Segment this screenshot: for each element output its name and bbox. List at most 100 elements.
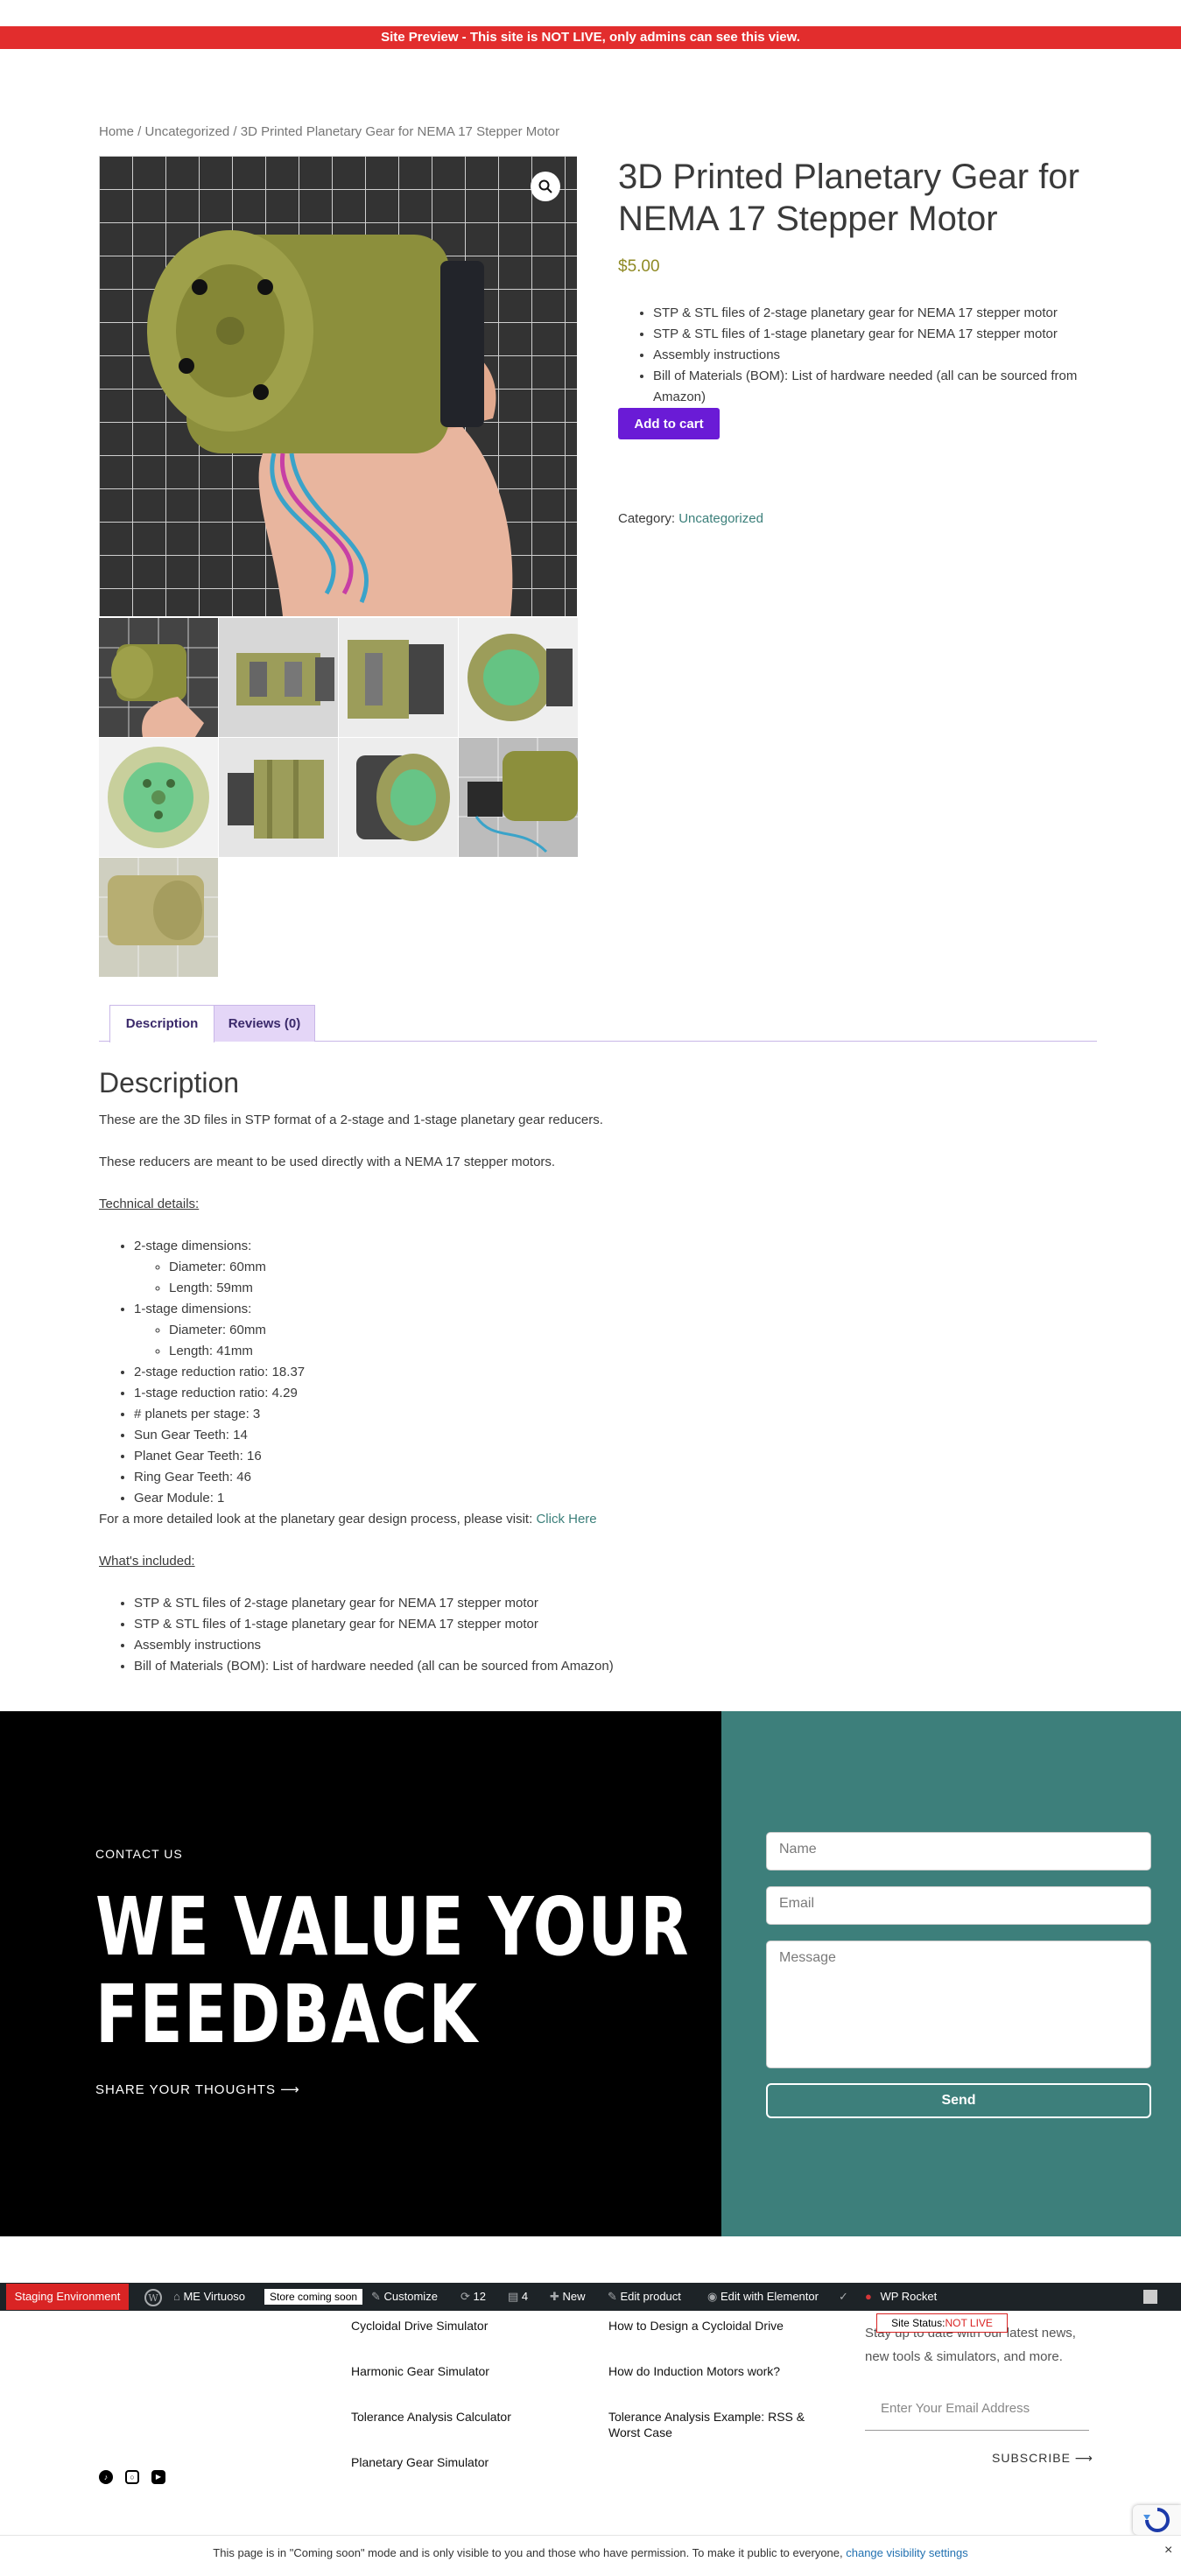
email-field[interactable]: Email xyxy=(766,1886,1151,1925)
store-status-badge[interactable]: Store coming soon xyxy=(264,2289,363,2305)
list-item: Bill of Materials (BOM): List of hardwar… xyxy=(134,1656,1097,1677)
comment-icon: ▤ xyxy=(508,2290,522,2303)
contact-heading: WE VALUE YOUR FEEDBACK xyxy=(95,1884,710,2059)
list-item: Planet Gear Teeth: 16 xyxy=(134,1446,1097,1467)
contact-label: CONTACT US xyxy=(95,1847,183,1861)
gallery-thumbnail[interactable] xyxy=(339,618,458,737)
gallery-thumbnail[interactable] xyxy=(99,858,218,977)
comments-link[interactable]: ▤ 4 xyxy=(508,2283,528,2311)
breadcrumb-home[interactable]: Home xyxy=(99,124,134,139)
site-preview-banner: Site Preview - This site is NOT LIVE, on… xyxy=(0,26,1181,49)
share-thoughts-link[interactable]: SHARE YOUR THOUGHTS ⟶ xyxy=(95,2081,300,2097)
technical-details-list: 2-stage dimensions: Diameter: 60mm Lengt… xyxy=(134,1236,1097,1509)
customize-link[interactable]: ✎ Customize xyxy=(371,2283,438,2311)
feature-item: STP & STL files of 1-stage planetary gea… xyxy=(653,324,1100,345)
list-item: STP & STL files of 2-stage planetary gea… xyxy=(134,1593,1097,1614)
description-heading: Description xyxy=(99,1067,240,1098)
breadcrumb-sep: / xyxy=(134,124,145,139)
included-list: STP & STL files of 2-stage planetary gea… xyxy=(134,1593,1097,1677)
gallery-thumbnail[interactable] xyxy=(219,738,338,857)
name-input[interactable]: Name xyxy=(766,1832,1151,1871)
site-status-badge: Site Status:NOT LIVE xyxy=(876,2313,1008,2333)
product-category: Category: Uncategorized xyxy=(618,511,763,526)
gallery-thumbnail[interactable] xyxy=(99,738,218,857)
tiktok-icon[interactable]: ♪ xyxy=(99,2470,113,2484)
gallery-thumbnail[interactable] xyxy=(99,618,218,737)
site-name-link[interactable]: ⌂ ME Virtuoso xyxy=(173,2283,245,2311)
plus-icon: ✚ xyxy=(550,2290,563,2303)
list-item: 2-stage dimensions: Diameter: 60mm Lengt… xyxy=(134,1236,1097,1299)
site-status-label: Site Status: xyxy=(891,2317,946,2329)
product-main-image[interactable] xyxy=(99,156,577,616)
footer-link[interactable]: Cycloidal Drive Simulator xyxy=(351,2318,488,2334)
yoast-icon[interactable]: ✓ xyxy=(839,2283,848,2311)
send-button[interactable]: Send xyxy=(766,2083,1151,2118)
breadcrumb-category[interactable]: Uncategorized xyxy=(145,124,230,139)
feature-item: Assembly instructions xyxy=(653,345,1100,366)
more-info-label: For a more detailed look at the planetar… xyxy=(99,1512,537,1527)
gallery-thumbnail[interactable] xyxy=(339,738,458,857)
tab-description[interactable]: Description xyxy=(109,1005,214,1042)
subscribe-button[interactable]: SUBSCRIBE ⟶ xyxy=(992,2451,1093,2466)
breadcrumb: Home / Uncategorized / 3D Printed Planet… xyxy=(99,124,559,139)
breadcrumb-sep: / xyxy=(229,124,241,139)
wp-rocket-label: WP Rocket xyxy=(880,2290,938,2303)
close-icon[interactable]: × xyxy=(1164,2543,1172,2558)
staging-environment-badge: Staging Environment xyxy=(6,2284,129,2310)
tab-reviews[interactable]: Reviews (0) xyxy=(214,1005,315,1042)
edit-product-link[interactable]: ✎ Edit product xyxy=(608,2283,681,2311)
product-tabs: Description Reviews (0) xyxy=(99,1005,1097,1042)
elementor-label: Edit with Elementor xyxy=(720,2290,819,2303)
wordpress-icon[interactable]: W xyxy=(144,2283,162,2311)
contact-heading-line: FEEDBACK xyxy=(95,1968,479,2061)
list-item: Gear Module: 1 xyxy=(134,1488,1097,1509)
click-here-link[interactable]: Click Here xyxy=(536,1512,596,1527)
home-icon: ⌂ xyxy=(173,2290,184,2303)
product-feature-list: STP & STL files of 2-stage planetary gea… xyxy=(653,303,1100,408)
footer-link[interactable]: How do Induction Motors work? xyxy=(608,2363,780,2379)
avatar[interactable] xyxy=(1143,2290,1157,2304)
list-item: Length: 59mm xyxy=(169,1278,1097,1299)
pencil-icon: ✎ xyxy=(608,2290,621,2303)
footer-link[interactable]: Tolerance Analysis Example: RSS & Worst … xyxy=(608,2409,819,2440)
visibility-settings-link[interactable]: change visibility settings xyxy=(846,2546,967,2559)
list-item: Sun Gear Teeth: 14 xyxy=(134,1425,1097,1446)
technical-details-heading: Technical details: xyxy=(99,1197,200,1211)
feature-item: Bill of Materials (BOM): List of hardwar… xyxy=(653,366,1100,408)
instagram-icon[interactable]: ○ xyxy=(125,2470,139,2484)
wp-rocket-link[interactable]: ● WP Rocket xyxy=(865,2283,937,2311)
description-paragraph: These reducers are meant to be used dire… xyxy=(99,1155,556,1169)
youtube-icon[interactable]: ▶ xyxy=(151,2470,165,2484)
site-status-value: NOT LIVE xyxy=(945,2317,993,2329)
contact-heading-line: WE VALUE YOUR xyxy=(95,1880,691,1974)
zoom-icon[interactable] xyxy=(531,172,560,201)
footer-link[interactable]: Planetary Gear Simulator xyxy=(351,2454,489,2470)
add-to-cart-button[interactable]: Add to cart xyxy=(618,408,720,439)
comments-count: 4 xyxy=(521,2290,529,2303)
category-link[interactable]: Uncategorized xyxy=(678,511,763,526)
admin-bar: W ⌂ ME Virtuoso Store coming soon ✎ Cust… xyxy=(0,2283,1181,2311)
gallery-thumbnail[interactable] xyxy=(459,618,578,737)
product-title: 3D Printed Planetary Gear for NEMA 17 St… xyxy=(618,158,1079,238)
notice-text: This page is in "Coming soon" mode and i… xyxy=(213,2546,847,2559)
status-dot-icon: ● xyxy=(865,2290,875,2303)
footer-link[interactable]: How to Design a Cycloidal Drive xyxy=(608,2318,784,2334)
list-item: 1-stage reduction ratio: 4.29 xyxy=(134,1383,1097,1404)
gallery-thumbnail[interactable] xyxy=(219,618,338,737)
more-info-text: For a more detailed look at the planetar… xyxy=(99,1509,1097,1530)
footer-link[interactable]: Harmonic Gear Simulator xyxy=(351,2363,489,2379)
new-content-link[interactable]: ✚ New xyxy=(550,2283,586,2311)
edit-with-elementor-link[interactable]: ◉ Edit with Elementor xyxy=(707,2283,819,2311)
updates-link[interactable]: ⟳ 12 xyxy=(460,2283,486,2311)
gallery-thumbnail[interactable] xyxy=(459,738,578,857)
message-textarea[interactable]: Message xyxy=(766,1941,1151,2068)
included-heading: What's included: xyxy=(99,1554,195,1569)
newsletter-email-input[interactable]: Enter Your Email Address xyxy=(865,2401,1089,2431)
list-item: Diameter: 60mm xyxy=(169,1320,1097,1341)
footer-link[interactable]: Tolerance Analysis Calculator xyxy=(351,2409,511,2425)
list-item: Diameter: 60mm xyxy=(169,1257,1097,1278)
coming-soon-notice: This page is in "Coming soon" mode and i… xyxy=(0,2535,1181,2576)
list-item-label: 1-stage dimensions: xyxy=(134,1302,252,1316)
list-item: 2-stage reduction ratio: 18.37 xyxy=(134,1362,1097,1383)
site-name: ME Virtuoso xyxy=(183,2290,246,2303)
